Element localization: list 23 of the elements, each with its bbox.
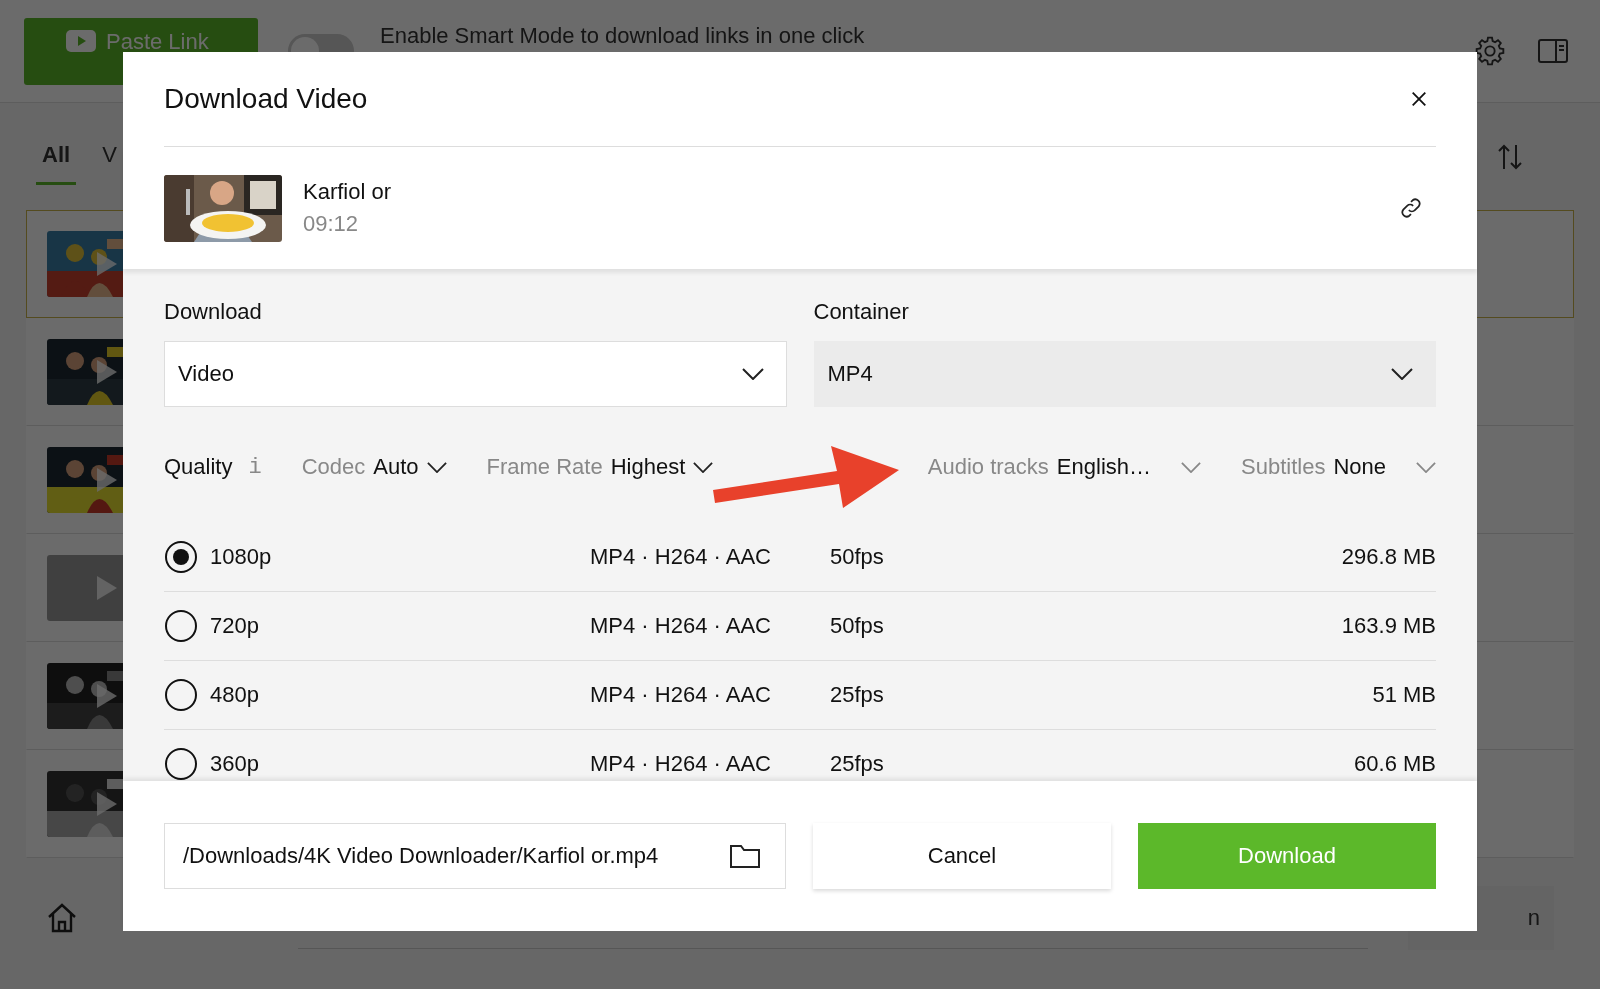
video-duration: 09:12 xyxy=(303,211,360,237)
video-title: Karfiol or xyxy=(303,179,392,205)
format-label: MP4 · H264 · AAC xyxy=(590,613,772,639)
fps-label: 50fps xyxy=(830,544,885,570)
field-label: Container xyxy=(813,299,910,325)
format-label: MP4 · H264 · AAC xyxy=(590,682,772,708)
resolution-label: 1080p xyxy=(210,544,273,570)
quality-label: Quality xyxy=(164,454,233,480)
dialog-title: Download Video xyxy=(164,83,368,115)
format-label: MP4 · H264 · AAC xyxy=(590,544,772,570)
field-label: Download xyxy=(164,299,263,325)
fps-label: 50fps xyxy=(830,613,885,639)
size-label: 60.6 MB xyxy=(1354,751,1436,777)
size-label: 163.9 MB xyxy=(1341,613,1436,639)
size-label: 51 MB xyxy=(1372,682,1436,708)
fps-label: 25fps xyxy=(830,751,885,777)
size-label: 296.8 MB xyxy=(1341,544,1436,570)
resolution-label: 360p xyxy=(210,751,260,777)
smart-mode-label: Enable Smart Mode to download links in one click xyxy=(380,24,865,48)
resolution-label: 480p xyxy=(210,682,260,708)
fps-label: 25fps xyxy=(830,682,885,708)
resolution-label: 720p xyxy=(210,613,260,639)
format-label: MP4 · H264 · AAC xyxy=(590,751,772,777)
